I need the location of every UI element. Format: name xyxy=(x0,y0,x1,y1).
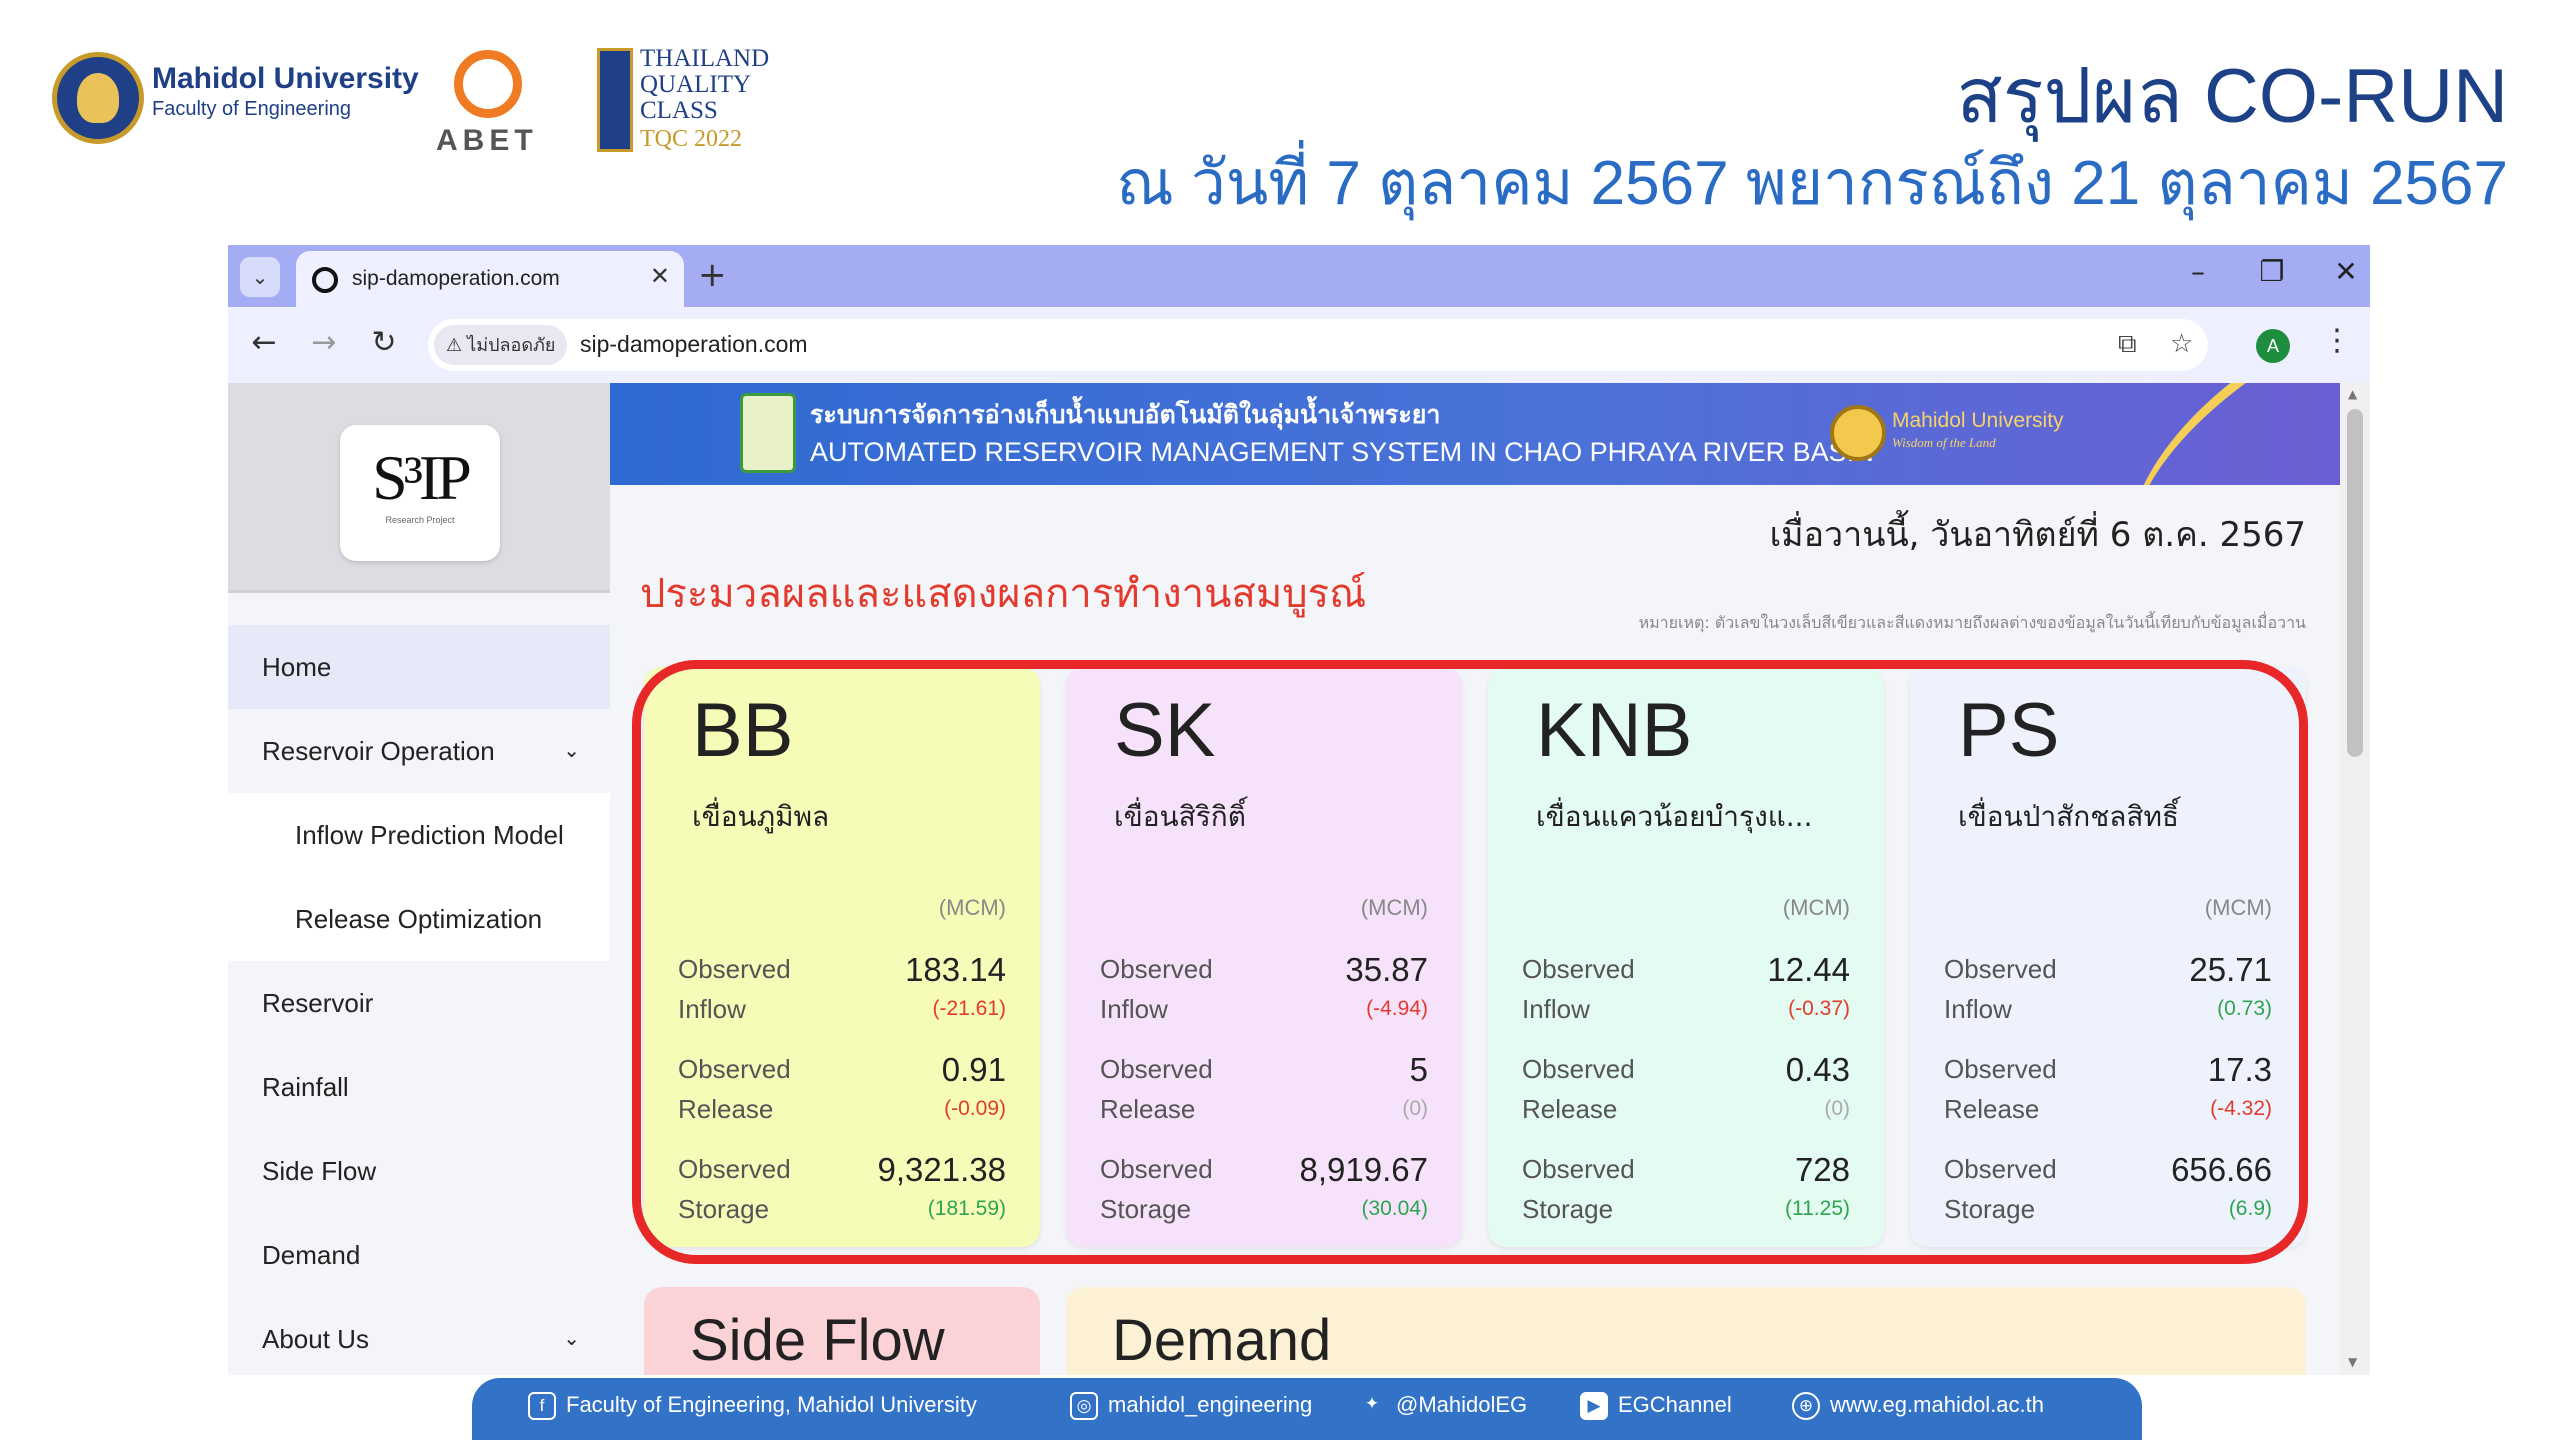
mahidol-seal-logo xyxy=(52,52,144,144)
footer-twitter[interactable]: ✦ @MahidolEG xyxy=(1358,1392,1527,1420)
tqc-line-2: QUALITY xyxy=(640,71,752,98)
sidebar-item-home[interactable]: Home xyxy=(228,625,610,709)
restore-icon[interactable]: ❐ xyxy=(2252,255,2292,288)
profile-avatar[interactable]: A xyxy=(2256,329,2290,363)
back-arrow-icon[interactable]: ← xyxy=(244,325,284,360)
sidebar-item-demand[interactable]: Demand xyxy=(228,1213,610,1297)
security-label: ไม่ปลอดภัย xyxy=(467,335,556,355)
tab-close-icon[interactable]: ✕ xyxy=(650,262,670,290)
sidebar-logo-area: S³IP Research Project xyxy=(228,383,610,593)
sidebar-item-label: Reservoir xyxy=(262,988,374,1018)
translate-icon[interactable]: ⧉ xyxy=(2118,329,2137,360)
sidebar: S³IP Research Project Home Reservoir Ope… xyxy=(228,383,610,1375)
footer-youtube[interactable]: ▶ EGChannel xyxy=(1580,1392,1732,1421)
browser-tab[interactable]: sip-damoperation.com ✕ xyxy=(296,251,684,307)
security-chip[interactable]: ⚠ ไม่ปลอดภัย xyxy=(434,325,568,365)
sidebar-item-reservoir-operation[interactable]: Reservoir Operation ⌄ xyxy=(228,709,610,793)
browser-menu-icon[interactable]: ⋮ xyxy=(2322,323,2352,358)
slide-subtitle: ณ วันที่ 7 ตุลาคม 2567 พยากรณ์ถึง 21 ตุล… xyxy=(1116,149,2508,218)
twitter-bird-icon: ✦ xyxy=(1364,1394,1380,1414)
bookmark-star-icon[interactable]: ☆ xyxy=(2170,329,2193,359)
minimize-icon[interactable]: – xyxy=(2178,255,2218,288)
youtube-icon: ▶ xyxy=(1580,1392,1608,1421)
sidebar-item-label: Reservoir Operation xyxy=(262,736,495,766)
sidebar-item-rainfall[interactable]: Rainfall xyxy=(228,1045,610,1129)
footer-instagram[interactable]: ◎ mahidol_engineering xyxy=(1070,1392,1313,1421)
tqc-logo-text: THAILAND QUALITY CLASS xyxy=(640,46,769,124)
s3ip-logo-text: S³IP xyxy=(372,442,472,513)
s3ip-logo[interactable]: S³IP Research Project xyxy=(340,425,500,561)
browser-toolbar: ← → ↻ ⚠ ไม่ปลอดภัย sip-damoperation.com … xyxy=(228,307,2370,383)
chevron-down-icon: ⌄ xyxy=(563,1328,580,1350)
tab-bar: ⌄ sip-damoperation.com ✕ + – ❐ ✕ xyxy=(228,245,2370,307)
side-flow-title: Side Flow xyxy=(690,1308,945,1373)
footer-website-text: www.eg.mahidol.ac.th xyxy=(1830,1392,2044,1417)
sidebar-item-label: Demand xyxy=(262,1240,361,1270)
sidebar-item-label: Rainfall xyxy=(262,1072,349,1102)
sidebar-item-label: Home xyxy=(262,652,332,682)
tqc-line-3: CLASS xyxy=(640,97,718,124)
banner-swoosh-decoration xyxy=(2072,383,2340,485)
nrct-seal-logo xyxy=(740,393,796,473)
tab-search-chevron-icon[interactable]: ⌄ xyxy=(240,257,280,297)
footer-instagram-text: mahidol_engineering xyxy=(1108,1392,1313,1417)
banner-english-title: AUTOMATED RESERVOIR MANAGEMENT SYSTEM IN… xyxy=(810,437,1874,467)
scroll-up-arrow-icon[interactable]: ▲ xyxy=(2348,387,2357,401)
globe-icon: ⊕ xyxy=(1792,1392,1820,1421)
banner-mahidol-name: Mahidol University xyxy=(1892,409,2064,432)
mahidol-wordmark: Mahidol University Faculty of Engineerin… xyxy=(152,62,419,121)
new-tab-plus-icon[interactable]: + xyxy=(698,255,727,295)
s3ip-logo-subtext: Research Project xyxy=(385,515,455,525)
abet-ring-logo xyxy=(454,50,522,118)
system-banner: ระบบการจัดการอ่างเก็บน้ำแบบอัตโนมัติในลุ… xyxy=(610,383,2340,485)
address-bar[interactable]: ⚠ ไม่ปลอดภัย sip-damoperation.com ⧉ ☆ xyxy=(428,319,2208,371)
sidebar-item-about-us[interactable]: About Us ⌄ xyxy=(228,1297,610,1375)
sidebar-item-inflow-prediction-model[interactable]: Inflow Prediction Model xyxy=(228,793,610,877)
scroll-down-arrow-icon[interactable]: ▼ xyxy=(2348,1355,2357,1369)
status-headline: ประมวลผลและแสดงผลการทำงานสมบูรณ์ xyxy=(640,571,1367,617)
forward-arrow-icon[interactable]: → xyxy=(304,325,344,360)
url-text: sip-damoperation.com xyxy=(580,331,808,357)
facebook-icon: f xyxy=(528,1392,556,1421)
sidebar-item-label: Side Flow xyxy=(262,1156,377,1186)
chevron-down-icon: ⌄ xyxy=(563,740,580,762)
close-window-icon[interactable]: ✕ xyxy=(2326,255,2366,288)
banner-mahidol-tagline: Wisdom of the Land xyxy=(1892,435,1996,450)
footer-website[interactable]: ⊕ www.eg.mahidol.ac.th xyxy=(1792,1392,2044,1421)
sidebar-item-label: Inflow Prediction Model xyxy=(295,820,564,850)
demand-card[interactable]: Demand xyxy=(1066,1287,2306,1375)
slide-footer: f Faculty of Engineering, Mahidol Univers… xyxy=(472,1378,2142,1440)
abet-logo-text: ABET xyxy=(436,124,538,157)
reload-icon[interactable]: ↻ xyxy=(364,325,404,360)
banner-mahidol-seal-logo xyxy=(1830,405,1886,461)
scroll-thumb[interactable] xyxy=(2347,409,2363,757)
header-logos: Mahidol University Faculty of Engineerin… xyxy=(52,40,792,170)
footer-facebook[interactable]: f Faculty of Engineering, Mahidol Univers… xyxy=(528,1392,977,1421)
sidebar-item-label: Release Optimization xyxy=(295,904,543,934)
highlight-outline xyxy=(632,660,2308,1264)
page-scrollbar[interactable]: ▲ ▼ xyxy=(2340,383,2370,1375)
tab-title: sip-damoperation.com xyxy=(352,267,560,290)
instagram-icon: ◎ xyxy=(1070,1392,1098,1421)
warning-triangle-icon: ⚠ xyxy=(446,335,463,355)
side-flow-card[interactable]: Side Flow xyxy=(644,1287,1040,1375)
sidebar-item-label: About Us xyxy=(262,1324,369,1354)
banner-thai-title: ระบบการจัดการอ่างเก็บน้ำแบบอัตโนมัติในลุ… xyxy=(810,400,1441,429)
footer-facebook-text: Faculty of Engineering, Mahidol Universi… xyxy=(566,1392,977,1417)
faculty-name: Faculty of Engineering xyxy=(152,98,352,120)
tqc-year: TQC 2022 xyxy=(640,126,742,152)
sidebar-item-reservoir[interactable]: Reservoir xyxy=(228,961,610,1045)
data-date: เมื่อวานนี้, วันอาทิตย์ที่ 6 ต.ค. 2567 xyxy=(1769,515,2306,555)
footer-twitter-text: @MahidolEG xyxy=(1396,1392,1528,1417)
diff-note: หมายเหตุ: ตัวเลขในวงเล็บสีเขียวและสีแดงห… xyxy=(1638,613,2306,632)
tqc-line-1: THAILAND xyxy=(640,45,770,72)
footer-youtube-text: EGChannel xyxy=(1618,1392,1732,1417)
mahidol-name: Mahidol University xyxy=(152,62,419,95)
tqc-emblem-logo xyxy=(597,48,633,152)
tab-favicon-icon xyxy=(312,267,338,293)
demand-title: Demand xyxy=(1112,1308,1332,1373)
sidebar-item-side-flow[interactable]: Side Flow xyxy=(228,1129,610,1213)
sidebar-item-release-optimization[interactable]: Release Optimization xyxy=(228,877,610,961)
